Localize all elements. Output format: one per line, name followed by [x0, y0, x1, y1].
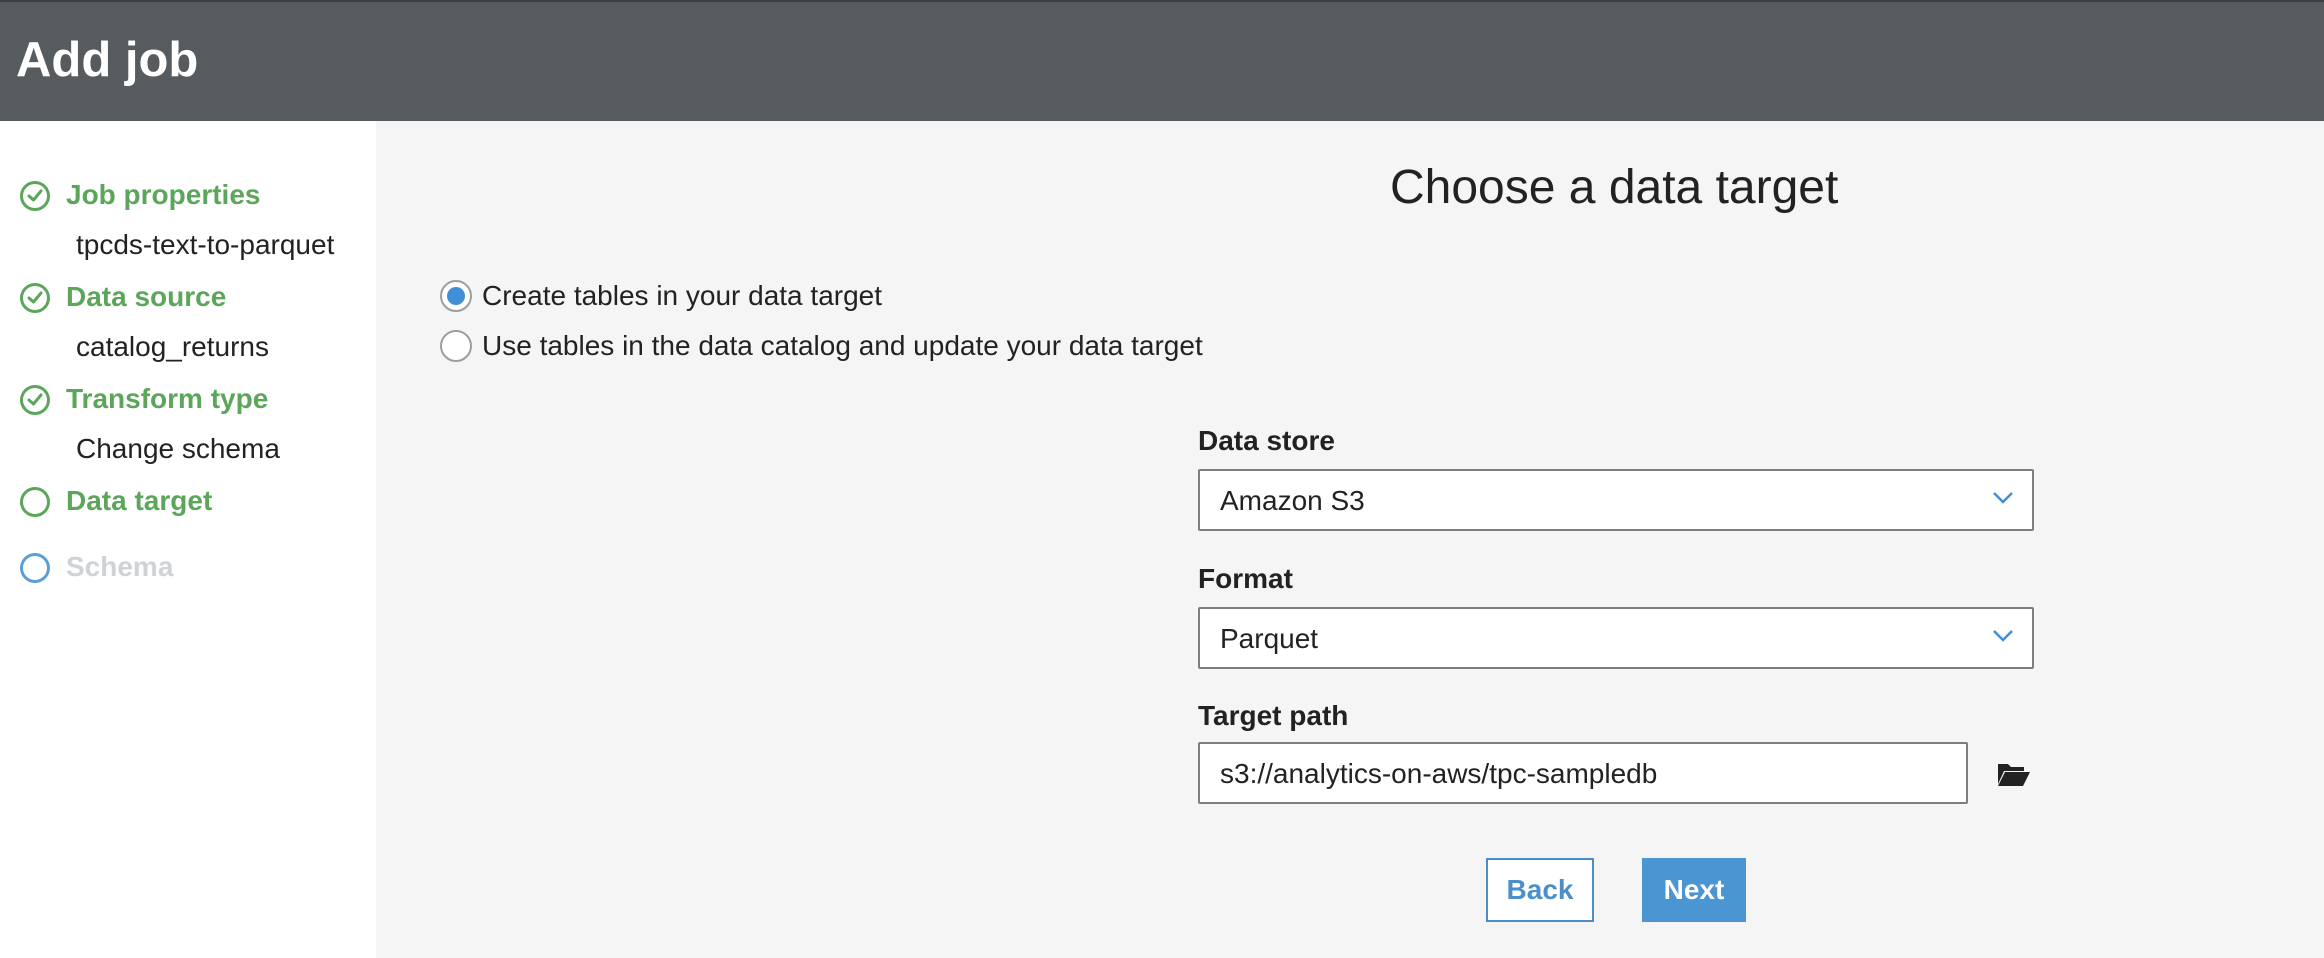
folder-open-icon[interactable]	[1996, 760, 2032, 788]
data-store-label: Data store	[1198, 425, 1335, 456]
data-store-select[interactable]: Amazon S3	[1198, 469, 2034, 531]
data-store-value: Amazon S3	[1220, 485, 1365, 516]
check-circle-icon	[20, 385, 50, 415]
radio-button-selected[interactable]	[440, 280, 472, 312]
step-label: Data source	[66, 281, 227, 312]
back-button[interactable]: Back	[1486, 858, 1594, 922]
page-header: Add job	[0, 0, 2324, 121]
section-title: Choose a data target	[1390, 161, 1839, 214]
format-select[interactable]: Parquet	[1198, 607, 2034, 669]
target-path-value: s3://analytics-on-aws/tpc-sampledb	[1220, 758, 1658, 789]
circle-icon	[20, 487, 50, 517]
page-title: Add job	[16, 33, 199, 87]
format-value: Parquet	[1220, 623, 1319, 654]
check-circle-icon	[20, 283, 50, 313]
chevron-down-icon	[1993, 492, 2013, 504]
target-path-input[interactable]: s3://analytics-on-aws/tpc-sampledb	[1198, 742, 1968, 804]
check-circle-icon	[20, 181, 50, 211]
step-label: Job properties	[66, 179, 261, 210]
chevron-down-icon	[1993, 630, 2013, 642]
step-detail: Change schema	[76, 433, 280, 464]
steps-sidebar: Job properties tpcds-text-to-parquet Dat…	[0, 121, 376, 958]
step-label: Schema	[66, 551, 174, 582]
step-detail: tpcds-text-to-parquet	[76, 229, 335, 260]
option-label[interactable]: Use tables in the data catalog and updat…	[482, 330, 1203, 362]
option-label[interactable]: Create tables in your data target	[482, 280, 882, 312]
circle-icon	[20, 553, 50, 583]
target-path-label: Target path	[1198, 700, 1349, 731]
step-label: Data target	[66, 485, 213, 516]
next-button[interactable]: Next	[1642, 858, 1746, 922]
radio-button[interactable]	[440, 330, 472, 362]
format-label: Format	[1198, 563, 1293, 594]
step-detail: catalog_returns	[76, 331, 270, 362]
step-label: Transform type	[66, 383, 269, 414]
